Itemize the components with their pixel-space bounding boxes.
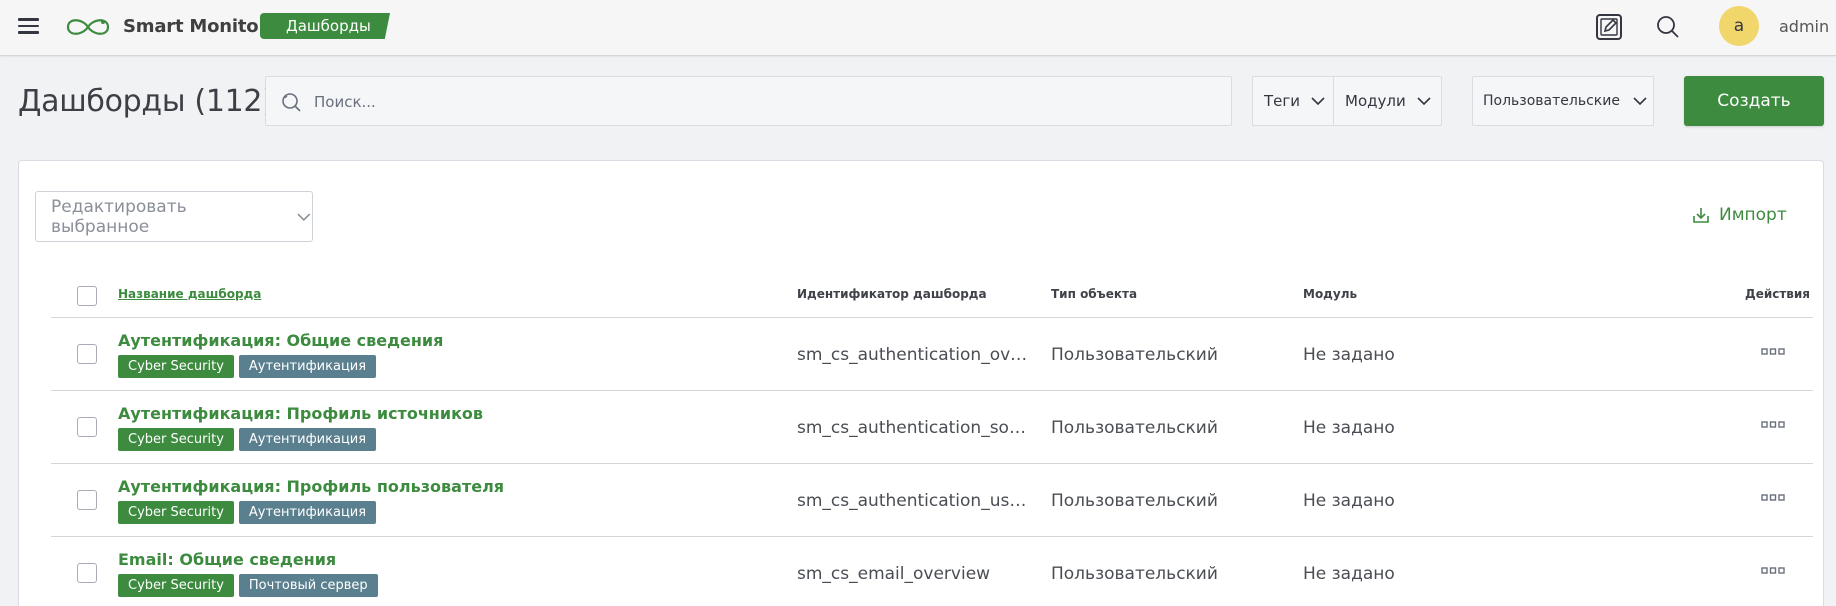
dashboard-id: sm_cs_authentication_sources (797, 418, 1033, 438)
search-icon[interactable] (1653, 12, 1683, 42)
tag-badge[interactable]: Почтовый сервер (238, 574, 378, 597)
bulk-edit-label: Редактировать выбранное (51, 196, 187, 237)
tag-badge[interactable]: Cyber Security (118, 501, 234, 524)
type-select[interactable]: Пользовательские (1472, 76, 1654, 126)
tag-badge[interactable]: Cyber Security (118, 574, 234, 597)
module-value: Не задано (1303, 564, 1395, 584)
column-module-header: Модуль (1303, 287, 1358, 301)
bulk-edit-select[interactable]: Редактировать выбранное (35, 191, 313, 242)
dashboard-id: sm_cs_authentication_users (797, 491, 1033, 511)
column-id-header: Идентификатор дашборда (797, 287, 987, 301)
chevron-down-icon (1633, 97, 1647, 106)
filter-tags-label: Теги (1264, 92, 1301, 110)
filter-group: Теги Модули (1252, 76, 1442, 126)
chevron-down-icon (297, 213, 311, 221)
type-select-value: Пользовательские (1483, 93, 1620, 109)
edit-note-icon[interactable] (1594, 12, 1624, 42)
tag-badge[interactable]: Аутентификация (238, 355, 377, 378)
tag-badge[interactable]: Аутентификация (238, 428, 377, 451)
more-actions-icon[interactable] (1761, 494, 1785, 502)
module-value: Не задано (1303, 345, 1395, 365)
tag-badge[interactable]: Cyber Security (118, 428, 234, 451)
import-label: Импорт (1719, 205, 1787, 225)
search-input[interactable] (314, 89, 1194, 115)
table-row: Аутентификация: Профиль источников Cyber… (51, 391, 1813, 464)
chevron-down-icon (1311, 97, 1325, 106)
module-value: Не задано (1303, 418, 1395, 438)
more-actions-icon[interactable] (1761, 421, 1785, 429)
dashboard-title-link[interactable]: Аутентификация: Профиль источников (118, 404, 483, 423)
dashboard-id: sm_cs_authentication_overview (797, 345, 1033, 365)
dashboards-panel: Редактировать выбранное Импорт Название … (18, 160, 1824, 606)
search-box (265, 76, 1232, 126)
row-checkbox[interactable] (77, 563, 97, 583)
filter-modules-button[interactable]: Модули (1334, 77, 1441, 125)
username[interactable]: admin (1779, 16, 1829, 38)
object-type: Пользовательский (1051, 345, 1218, 365)
row-checkbox[interactable] (77, 344, 97, 364)
column-actions-header: Действия (1745, 287, 1811, 301)
row-checkbox[interactable] (77, 417, 97, 437)
column-type-header: Тип объекта (1051, 287, 1138, 301)
brand-name[interactable]: Smart Monitor (123, 14, 267, 40)
import-icon (1693, 208, 1709, 223)
more-actions-icon[interactable] (1761, 348, 1785, 356)
chevron-down-icon (1417, 97, 1431, 106)
column-name-header[interactable]: Название дашборда (118, 287, 261, 301)
row-checkbox[interactable] (77, 490, 97, 510)
import-button[interactable]: Импорт (1691, 205, 1787, 225)
dashboard-id: sm_cs_email_overview (797, 564, 991, 584)
filter-modules-label: Модули (1345, 92, 1406, 110)
avatar[interactable]: a (1719, 6, 1759, 46)
tag-badge[interactable]: Cyber Security (118, 355, 234, 378)
table-row: Email: Общие сведения Cyber Security Поч… (51, 537, 1813, 606)
search-icon (282, 93, 301, 112)
filter-tags-button[interactable]: Теги (1253, 77, 1334, 125)
module-value: Не задано (1303, 491, 1395, 511)
object-type: Пользовательский (1051, 564, 1218, 584)
table-row: Аутентификация: Профиль пользователя Cyb… (51, 464, 1813, 537)
table-header: Название дашборда Идентификатор дашборда… (51, 275, 1813, 318)
dashboard-title-link[interactable]: Аутентификация: Общие сведения (118, 331, 443, 350)
dashboard-title-link[interactable]: Аутентификация: Профиль пользователя (118, 477, 504, 496)
breadcrumb[interactable]: Дашборды (260, 13, 390, 39)
select-all-checkbox[interactable] (77, 286, 97, 306)
top-header: Smart Monitor Дашборды a admin (0, 0, 1836, 56)
tag-badge[interactable]: Аутентификация (238, 501, 377, 524)
menu-icon[interactable] (18, 18, 39, 34)
create-button[interactable]: Создать (1684, 76, 1824, 126)
table-row: Аутентификация: Общие сведения Cyber Sec… (51, 318, 1813, 391)
more-actions-icon[interactable] (1761, 567, 1785, 575)
object-type: Пользовательский (1051, 491, 1218, 511)
logo-icon (66, 19, 110, 35)
object-type: Пользовательский (1051, 418, 1218, 438)
dashboard-title-link[interactable]: Email: Общие сведения (118, 550, 336, 569)
page-title: Дашборды (112) (18, 84, 274, 119)
